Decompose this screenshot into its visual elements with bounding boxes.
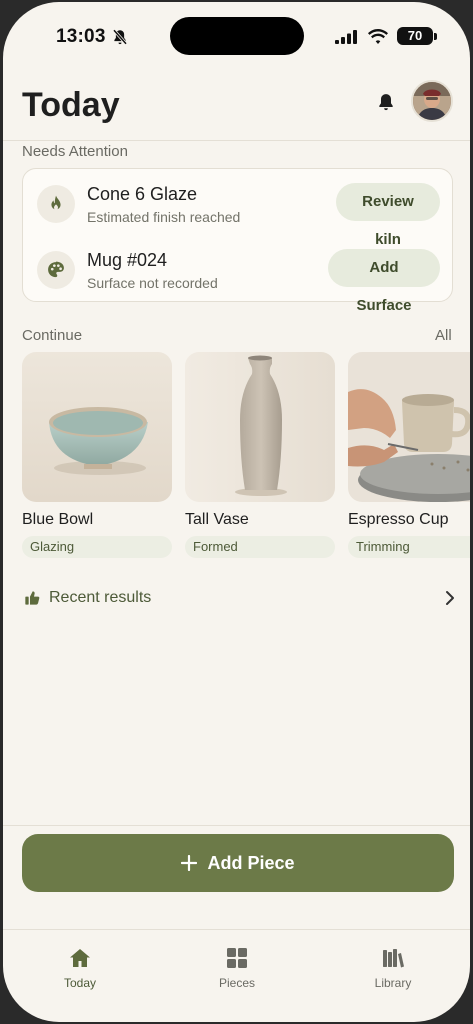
attention-item-title: Cone 6 Glaze (87, 184, 198, 204)
piece-thumbnail (348, 352, 470, 502)
piece-thumbnail (22, 352, 172, 502)
needs-attention-heading: Needs Attention (22, 143, 128, 160)
piece-card-tall-vase[interactable]: Tall Vase Formed (185, 352, 335, 558)
continue-heading: Continue (22, 327, 83, 344)
attention-item-subtitle: Estimated finish reached (87, 209, 241, 225)
piece-status-badge: Glazing (22, 536, 172, 558)
plus-icon (181, 855, 198, 871)
needs-attention-card: Cone 6 Glaze Estimated finish reached Re… (22, 168, 453, 314)
add-surface-button[interactable]: Add Surface (328, 249, 440, 314)
attention-item-glaze[interactable]: Cone 6 Glaze Estimated finish reached Re… (23, 173, 452, 248)
status-bar: 13:03 70 (3, 2, 470, 64)
recent-results-label: Recent results (49, 589, 152, 606)
tab-pieces[interactable]: Pieces (187, 946, 287, 990)
dynamic-island (170, 17, 304, 55)
tabbar-divider (3, 929, 470, 930)
notification-bell-icon[interactable] (376, 92, 396, 112)
grid-icon (227, 948, 247, 968)
phone-screen: 13:03 70 Today Needs Attention Cone 6 Gl… (3, 2, 470, 1022)
avatar[interactable] (411, 80, 453, 122)
header-divider (3, 140, 470, 141)
battery-cap (434, 33, 437, 40)
recent-results-row[interactable]: Recent results (22, 586, 455, 612)
avatar-image (413, 82, 451, 120)
continue-carousel[interactable]: Blue Bowl Glazing Tall Vase Formed Espre… (22, 352, 470, 562)
add-piece-button[interactable]: Add Piece (22, 834, 454, 892)
tab-today[interactable]: Today (30, 946, 130, 990)
piece-name: Espresso Cup (348, 511, 449, 528)
status-time: 13:03 (56, 26, 106, 47)
piece-card-blue-bowl[interactable]: Blue Bowl Glazing (22, 352, 172, 558)
tab-label: Pieces (218, 976, 256, 990)
add-piece-label: Add Piece (207, 852, 295, 873)
piece-status-badge: Trimming (348, 536, 470, 558)
piece-card-espresso-cup[interactable]: Espresso Cup Trimming (348, 352, 470, 558)
attention-item-subtitle: Surface not recorded (87, 275, 218, 291)
piece-status-badge: Formed (185, 536, 335, 558)
attention-item-mug[interactable]: Mug #024 Surface not recorded Add Surfac… (23, 239, 452, 314)
piece-name: Tall Vase (185, 511, 249, 528)
bell-off-icon (112, 29, 128, 45)
tab-label: Today (63, 976, 97, 990)
battery-indicator: 70 (397, 27, 433, 45)
tab-label: Library (374, 976, 412, 990)
see-all-link[interactable]: All (435, 327, 452, 344)
page-title: Today (22, 86, 120, 124)
review-kiln-button[interactable]: Review kiln (336, 183, 440, 248)
chevron-right-icon (446, 591, 454, 605)
flame-icon (37, 185, 75, 223)
attention-item-title: Mug #024 (87, 250, 168, 270)
library-icon (383, 949, 404, 968)
wifi-icon (368, 29, 388, 44)
home-icon (70, 949, 90, 967)
tab-library[interactable]: Library (343, 946, 443, 990)
palette-icon (37, 251, 75, 289)
cellular-signal-icon (335, 30, 357, 44)
piece-name: Blue Bowl (22, 511, 94, 528)
piece-thumbnail (185, 352, 335, 502)
bottom-divider (3, 825, 470, 826)
thumbs-up-icon (25, 591, 40, 605)
